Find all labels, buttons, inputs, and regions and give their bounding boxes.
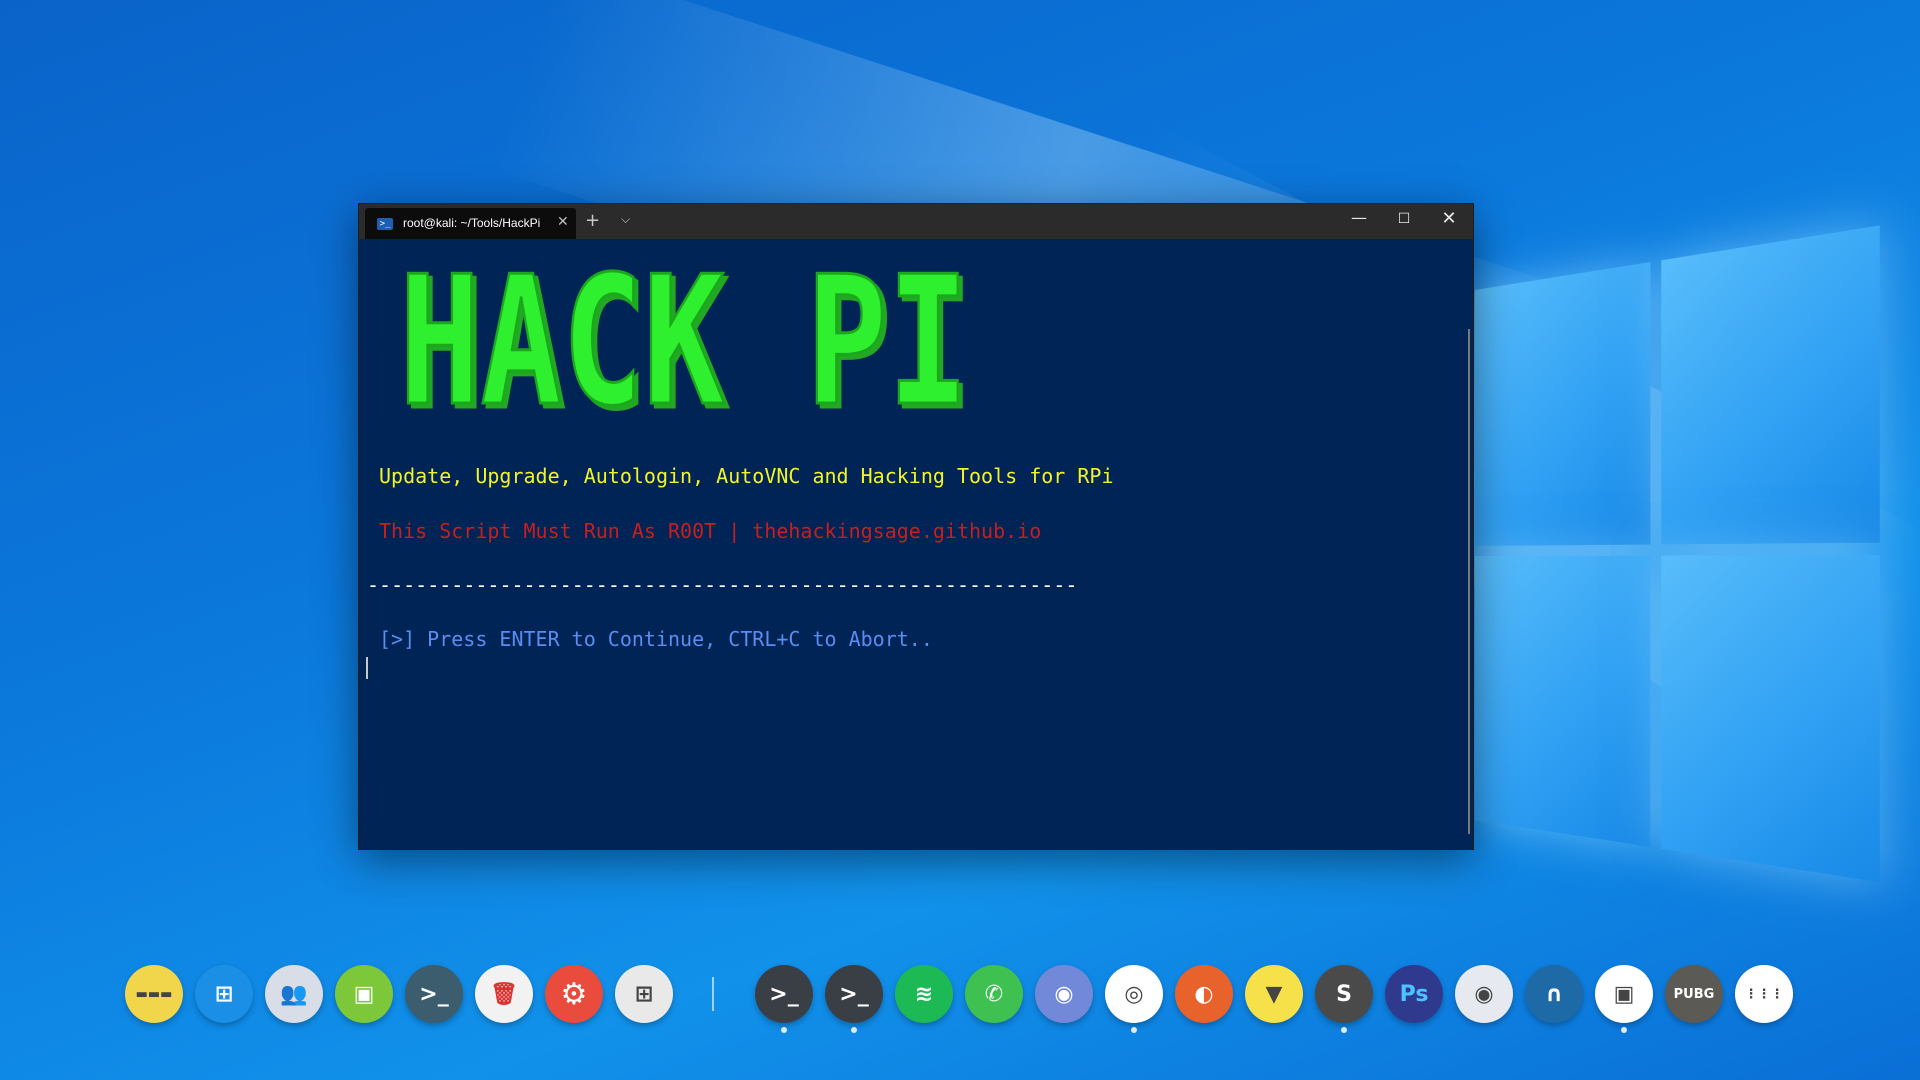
- users-icon[interactable]: 👥: [265, 965, 323, 1023]
- description-line: Update, Upgrade, Autologin, AutoVNC and …: [379, 464, 1114, 488]
- logo-pane: [1475, 262, 1651, 546]
- whatsapp-icon[interactable]: ✆: [965, 965, 1023, 1023]
- running-indicator: [1131, 1027, 1137, 1033]
- mixer-icon[interactable]: ⊞: [615, 965, 673, 1023]
- terminal-window[interactable]: >_ root@kali: ~/Tools/HackPi ✕ + ⌵ — ☐ ✕…: [358, 203, 1474, 850]
- chevron-down-icon[interactable]: ⌵: [621, 212, 630, 227]
- terminal-globe-icon[interactable]: >_: [405, 965, 463, 1023]
- settings-icon[interactable]: ⚙: [545, 965, 603, 1023]
- brave-icon[interactable]: ▼: [1245, 965, 1303, 1023]
- logo-pane: [1475, 555, 1651, 847]
- eye-icon[interactable]: ◉: [1455, 965, 1513, 1023]
- title-bar[interactable]: >_ root@kali: ~/Tools/HackPi ✕ + ⌵ — ☐ ✕: [359, 204, 1473, 239]
- close-button[interactable]: ✕: [1434, 208, 1464, 229]
- wireshark-icon[interactable]: ∩: [1525, 965, 1583, 1023]
- running-indicator: [1341, 1027, 1347, 1033]
- powershell-icon[interactable]: >_: [825, 965, 883, 1023]
- firefox-icon[interactable]: ◐: [1175, 965, 1233, 1023]
- tab-title: root@kali: ~/Tools/HackPi: [403, 216, 541, 230]
- terminal-output[interactable]: HACK PI Update, Upgrade, Autologin, Auto…: [359, 239, 1473, 849]
- prompt-line: [>] Press ENTER to Continue, CTRL+C to A…: [379, 627, 933, 651]
- photoshop-icon[interactable]: Ps: [1385, 965, 1443, 1023]
- running-indicator: [851, 1027, 857, 1033]
- root-warning-line: This Script Must Run As R00T | thehackin…: [379, 519, 1042, 543]
- sublime-icon[interactable]: S: [1315, 965, 1373, 1023]
- dock: ▬▬▬ ⊞ 👥 ▣ >_ 🗑 ⚙ ⊞ >_ >_ ≋ ✆ ◉ ◎ ◐ ▼ S Ps ◉ ∩ ▣ PUBG ⋮⋮⋮: [120, 965, 1820, 1035]
- windows-logo-wallpaper: [1475, 225, 1880, 894]
- powershell-icon: >_: [377, 218, 393, 230]
- terminal-tab[interactable]: >_ root@kali: ~/Tools/HackPi ✕: [365, 208, 576, 239]
- new-tab-button[interactable]: +: [585, 210, 600, 231]
- running-indicator: [1621, 1027, 1627, 1033]
- text-cursor: [366, 657, 368, 679]
- banner-graphic: HACK PI: [399, 267, 971, 422]
- terminal-icon[interactable]: >_: [755, 965, 813, 1023]
- maximize-button[interactable]: ☐: [1389, 211, 1419, 227]
- discord-icon[interactable]: ◉: [1035, 965, 1093, 1023]
- spotify-icon[interactable]: ≋: [895, 965, 953, 1023]
- scrollbar[interactable]: [1468, 329, 1470, 834]
- separator-line: ----------------------------------------…: [367, 573, 1078, 597]
- screen-icon[interactable]: ▣: [335, 965, 393, 1023]
- logo-pane: [1661, 555, 1880, 883]
- chrome-icon[interactable]: ◎: [1105, 965, 1163, 1023]
- close-tab-icon[interactable]: ✕: [557, 214, 569, 230]
- running-indicator: [781, 1027, 787, 1033]
- virtualbox-icon[interactable]: ▣: [1595, 965, 1653, 1023]
- hackpi-ascii-banner: HACK PI: [399, 267, 979, 422]
- windows-start-icon[interactable]: ⊞: [195, 965, 253, 1023]
- trash-icon[interactable]: 🗑: [475, 965, 533, 1023]
- minimize-button[interactable]: —: [1344, 208, 1374, 227]
- banner-text: HACK PI: [399, 267, 969, 422]
- pubg-icon[interactable]: PUBG: [1665, 965, 1723, 1023]
- dock-separator: [712, 977, 714, 1011]
- logo-pane: [1661, 225, 1880, 545]
- keyboard-app-icon[interactable]: ▬▬▬: [125, 965, 183, 1023]
- app-grid-icon[interactable]: ⋮⋮⋮: [1735, 965, 1793, 1023]
